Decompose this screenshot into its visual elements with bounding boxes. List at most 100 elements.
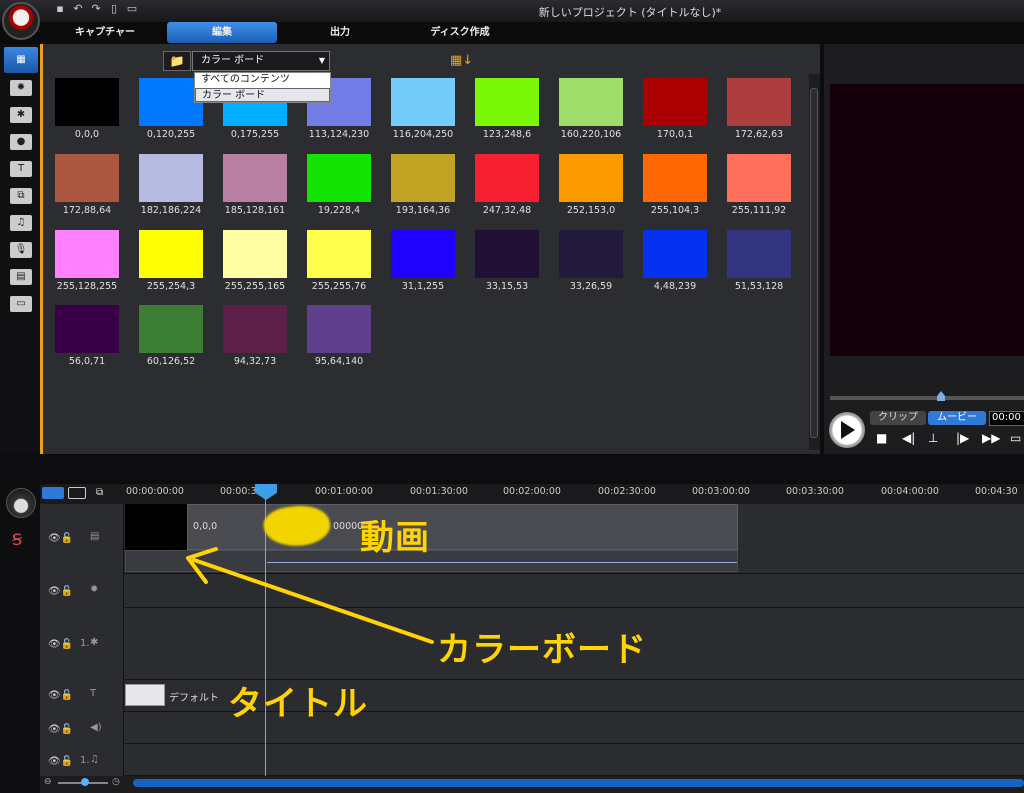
color-swatch[interactable] [55, 305, 119, 353]
content-filter-select[interactable]: カラー ボード ▼ [192, 51, 330, 71]
color-swatch[interactable] [559, 78, 623, 126]
color-swatch[interactable] [391, 230, 455, 278]
color-swatch[interactable] [55, 78, 119, 126]
color-swatch[interactable] [727, 78, 791, 126]
title-clip-thumbnail[interactable] [125, 684, 165, 706]
title-room-icon[interactable]: T [10, 161, 32, 177]
annotation-title: タイトル [228, 684, 368, 724]
color-swatch-label: 247,32,48 [482, 205, 532, 216]
color-swatch[interactable] [391, 78, 455, 126]
voice-record-icon[interactable]: 🎙 [10, 242, 32, 258]
color-swatch[interactable] [139, 305, 203, 353]
storyboard-view-icon[interactable] [68, 487, 86, 499]
color-swatch[interactable] [475, 78, 539, 126]
color-swatch[interactable] [643, 154, 707, 202]
color-swatch[interactable] [307, 230, 371, 278]
color-swatch[interactable] [727, 154, 791, 202]
visibility-lock-icon[interactable]: 👁🔓 [48, 586, 73, 597]
chapter-room-icon[interactable]: ▤ [10, 269, 32, 285]
next-frame-icon[interactable]: |▶ [956, 431, 969, 445]
ruler-tick-label: 00:00:00:00 [126, 486, 184, 497]
color-swatch-label: 160,220,106 [560, 129, 622, 140]
pip-room-icon[interactable]: ✱ [10, 107, 32, 123]
color-swatch[interactable] [223, 230, 287, 278]
fullscreen-icon[interactable]: ▭ [1010, 431, 1021, 445]
color-swatch[interactable] [559, 154, 623, 202]
volume-line[interactable] [267, 562, 737, 563]
color-swatch[interactable] [307, 154, 371, 202]
music-track-icon: ♫ [90, 754, 99, 765]
particle-room-icon[interactable]: ● [10, 134, 32, 150]
tab-output[interactable]: 出力 [300, 22, 380, 43]
color-swatch[interactable] [391, 154, 455, 202]
color-swatch[interactable] [55, 230, 119, 278]
library-scroll-thumb[interactable] [810, 88, 818, 438]
audio-mixing-icon[interactable]: ♫ [10, 215, 32, 231]
color-swatch-label: 60,126,52 [146, 356, 196, 367]
tab-edit[interactable]: 編集 [167, 22, 277, 43]
save-icon[interactable]: ▪ [54, 3, 66, 15]
color-swatch[interactable] [559, 230, 623, 278]
color-swatch-label: 193,164,36 [395, 205, 451, 216]
panel-divider[interactable] [0, 454, 1024, 484]
tab-capture[interactable]: キャプチャー [60, 22, 150, 43]
import-folder-icon[interactable]: 📁 [163, 51, 191, 71]
color-swatch[interactable] [139, 154, 203, 202]
timeline-scrollbar[interactable] [133, 779, 1024, 787]
visibility-lock-icon[interactable]: 👁🔓 [48, 639, 73, 650]
ruler-tick-label: 00:01:30:00 [410, 486, 468, 497]
sort-view-icon[interactable]: ▦↓ [450, 53, 473, 69]
dropdown-option-all-content[interactable]: すべてのコンテンツ [195, 73, 330, 87]
color-swatch-label: 255,255,76 [311, 281, 367, 292]
magic-tools-icon[interactable]: Ꞩ [12, 530, 22, 549]
visibility-lock-icon[interactable]: 👁🔓 [48, 533, 73, 544]
subtitle-room-icon[interactable]: ▭ [10, 296, 32, 312]
color-swatch[interactable] [223, 154, 287, 202]
color-board-clip[interactable] [125, 504, 187, 550]
timeline-view-icon[interactable] [42, 487, 64, 499]
prev-frame-icon[interactable]: ◀| [902, 431, 915, 445]
color-swatch[interactable] [139, 230, 203, 278]
library-scrollbar[interactable] [809, 74, 820, 450]
color-swatch[interactable] [223, 305, 287, 353]
stop-icon[interactable]: ■ [876, 431, 887, 445]
title-track-icon: T [90, 688, 97, 699]
color-swatch[interactable] [643, 78, 707, 126]
app-logo-icon[interactable] [2, 2, 40, 40]
track-manager-icon[interactable]: ⧉ [96, 487, 103, 498]
tab-disc[interactable]: ディスク作成 [410, 22, 510, 43]
open-folder-icon[interactable]: ▭ [126, 3, 138, 15]
color-swatch[interactable] [475, 230, 539, 278]
color-swatch[interactable] [307, 305, 371, 353]
visibility-lock-icon[interactable]: 👁🔓 [48, 690, 73, 701]
effect-room-icon[interactable]: ✹ [10, 80, 32, 96]
zoom-slider-knob[interactable] [81, 778, 89, 786]
timeline-view-toggle[interactable] [42, 487, 88, 499]
color-swatch[interactable] [55, 154, 119, 202]
movie-mode-button[interactable]: ムービー [928, 411, 986, 425]
zoom-out-icon[interactable]: ⊖ [44, 777, 52, 787]
fast-forward-icon[interactable]: ▶▶ [982, 431, 1000, 445]
preview-seek-bar[interactable] [830, 396, 1024, 400]
clip-mode-button[interactable]: クリップ [870, 411, 926, 425]
color-swatch[interactable] [475, 154, 539, 202]
time-display[interactable]: 00:00 [989, 411, 1024, 426]
color-swatch[interactable] [727, 230, 791, 278]
transition-room-icon[interactable]: ⧉ [10, 188, 32, 204]
new-file-icon[interactable]: ▯ [108, 3, 120, 15]
title-clip-label: デフォルト [169, 693, 219, 704]
visibility-lock-icon[interactable]: 👁🔓 [48, 724, 73, 735]
color-swatch[interactable] [643, 230, 707, 278]
split-icon[interactable]: ⊥ [928, 431, 938, 445]
content-filter-value: カラー ボード [201, 55, 265, 66]
video-clip-number: 00000 [333, 521, 364, 532]
visibility-lock-icon[interactable]: 👁🔓 [48, 756, 73, 767]
redo-icon[interactable]: ↷ [90, 3, 102, 15]
magic-wizard-icon[interactable] [6, 488, 36, 518]
undo-icon[interactable]: ↶ [72, 3, 84, 15]
video-audio-clip[interactable] [125, 550, 738, 572]
play-button[interactable] [829, 412, 865, 448]
dropdown-option-color-board[interactable]: カラー ボード [195, 88, 330, 102]
media-room-icon[interactable]: ▦ [4, 47, 38, 73]
zoom-fit-icon[interactable]: ◷ [112, 777, 120, 787]
